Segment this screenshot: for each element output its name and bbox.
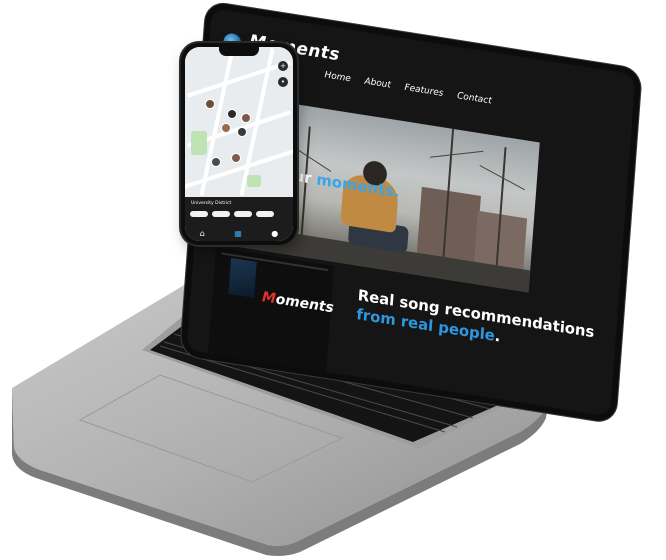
nav-about[interactable]: About (364, 77, 391, 91)
user-pin[interactable] (211, 157, 221, 167)
bottom-sheet: University District ⌂ ▦ ● (185, 197, 293, 241)
user-pin[interactable] (221, 123, 231, 133)
layers-icon[interactable]: • (278, 77, 288, 87)
hero-text-suffix: . (393, 182, 401, 202)
nav-features[interactable]: Features (404, 83, 444, 99)
user-pin[interactable] (231, 153, 241, 163)
user-pin[interactable] (205, 99, 215, 109)
filter-chips (190, 211, 274, 217)
nav-contact[interactable]: Contact (457, 91, 492, 106)
filter-chip[interactable] (256, 211, 274, 217)
map-icon[interactable]: ▦ (234, 230, 242, 238)
tagline: Real song recommendations from real peop… (356, 286, 595, 361)
tagline-suffix: . (494, 326, 502, 346)
user-pin[interactable] (227, 109, 237, 119)
phone: + • University District ⌂ ▦ ● (181, 43, 297, 245)
profile-icon[interactable]: ● (271, 230, 278, 238)
nav-home[interactable]: Home (324, 70, 351, 84)
home-icon[interactable]: ⌂ (200, 230, 205, 238)
mini-logo: Moments (261, 289, 335, 317)
filter-chip[interactable] (190, 211, 208, 217)
tab-bar: ⌂ ▦ ● (185, 227, 293, 241)
main-nav: Home About Features Contact (324, 70, 492, 106)
device-mockup: Moments Home About Features Contact mome… (0, 0, 666, 560)
album-art (228, 257, 257, 298)
user-pin[interactable] (237, 127, 247, 137)
locate-icon[interactable]: + (278, 61, 288, 71)
filter-chip[interactable] (212, 211, 230, 217)
laptop-lid: Moments Home About Features Contact mome… (0, 0, 666, 560)
sheet-title: University District (191, 201, 232, 206)
phone-screen: + • University District ⌂ ▦ ● (185, 47, 293, 241)
filter-chip[interactable] (234, 211, 252, 217)
map-view[interactable]: + • (185, 47, 293, 197)
mini-preview: Moments (207, 247, 335, 377)
user-pin[interactable] (241, 113, 251, 123)
